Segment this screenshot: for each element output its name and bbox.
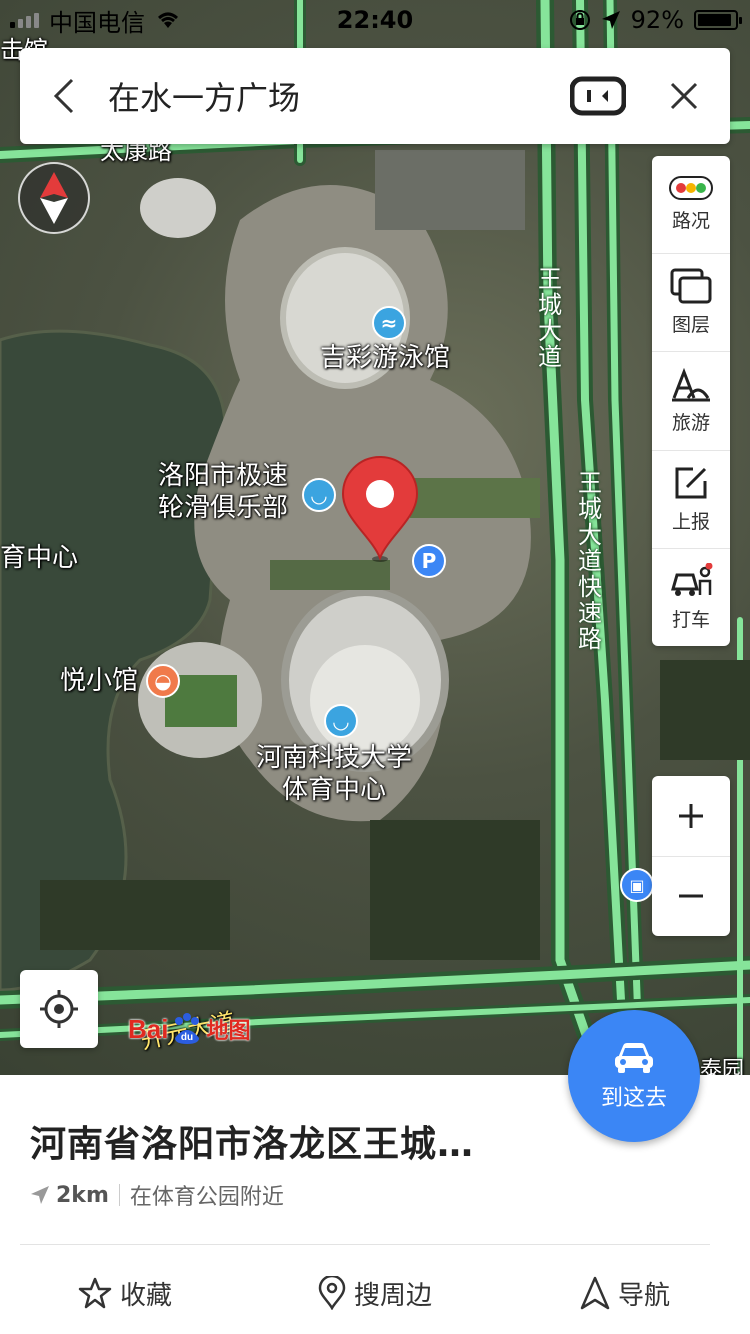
place-distance: 2km bbox=[56, 1182, 109, 1208]
place-nearby: 在体育公园附近 bbox=[129, 1185, 284, 1210]
poi-restaurant-label[interactable]: 悦小馆 bbox=[60, 665, 138, 697]
compass-button[interactable] bbox=[18, 162, 90, 234]
toolbar-layers-label: 图层 bbox=[671, 314, 710, 337]
car-icon bbox=[615, 1043, 653, 1073]
poi-sports-center-left-label[interactable]: 育中心 bbox=[0, 542, 78, 574]
go-here-label: 到这去 bbox=[600, 1086, 667, 1111]
sports-icon[interactable]: ◡ bbox=[302, 478, 336, 512]
favorite-label: 收藏 bbox=[119, 1280, 172, 1311]
taxi-icon bbox=[671, 562, 713, 596]
traffic-light-icon bbox=[669, 176, 713, 201]
toolbar-tourism[interactable]: 旅游 bbox=[652, 352, 730, 451]
layers-icon bbox=[670, 268, 712, 304]
toolbar-traffic[interactable]: 路况 bbox=[652, 156, 730, 255]
toolbar-report-label: 上报 bbox=[671, 510, 710, 533]
orientation-lock-icon bbox=[569, 10, 590, 30]
ar-scan-button[interactable] bbox=[568, 74, 628, 118]
minus-icon bbox=[679, 894, 703, 898]
status-bar: 中国电信 22:40 92% bbox=[0, 0, 750, 40]
direction-arrow-icon bbox=[31, 1186, 49, 1204]
place-meta: 2km 在体育公园附近 bbox=[30, 1179, 284, 1211]
place-title: 河南省洛阳市洛龙区王城… bbox=[30, 1124, 475, 1165]
zoom-control bbox=[652, 776, 730, 936]
bus-stop-icon[interactable]: ▣ bbox=[620, 868, 654, 902]
star-icon bbox=[78, 1277, 112, 1309]
map-view[interactable]: 太康路 击馆 王 城 大 道 王 城 大 道 快 速 路 开元大道 泰园 吉彩游… bbox=[0, 0, 750, 1075]
meta-divider bbox=[118, 1184, 120, 1206]
close-button[interactable] bbox=[654, 48, 714, 144]
toolbar-traffic-label: 路况 bbox=[671, 210, 710, 233]
panel-divider bbox=[20, 1244, 710, 1245]
battery-icon bbox=[694, 10, 742, 30]
action-bar: 收藏 搜周边 导航 bbox=[0, 1253, 750, 1333]
battery-percent: 92% bbox=[630, 6, 684, 34]
signal-icon bbox=[10, 12, 39, 28]
poi-university-sports-label[interactable]: 河南科技大学 体育中心 bbox=[256, 742, 412, 806]
logo-suffix: 地图 bbox=[206, 1019, 251, 1044]
ar-scan-icon bbox=[570, 76, 626, 116]
zoom-out-button[interactable] bbox=[652, 857, 730, 937]
road-label-wangcheng-avenue: 王 城 大 道 bbox=[538, 265, 562, 371]
location-arrow-icon bbox=[601, 11, 620, 29]
road-label-bottom-right: 泰园 bbox=[700, 1058, 745, 1075]
tourism-icon bbox=[672, 367, 710, 401]
sports-center-icon[interactable]: ◡ bbox=[324, 704, 358, 738]
location-pin-icon bbox=[318, 1276, 346, 1310]
go-here-button[interactable]: 到这去 bbox=[568, 1010, 700, 1142]
toolbar-layers[interactable]: 图层 bbox=[652, 254, 730, 353]
toolbar-tourism-label: 旅游 bbox=[671, 411, 710, 434]
toolbar-taxi[interactable]: 打车 bbox=[652, 549, 730, 646]
navigate-button[interactable]: 导航 bbox=[500, 1253, 750, 1333]
zoom-in-button[interactable] bbox=[652, 776, 730, 857]
chevron-left-icon bbox=[53, 78, 74, 114]
navigate-label: 导航 bbox=[617, 1280, 670, 1311]
poi-skating-club-label[interactable]: 洛阳市极速 轮滑俱乐部 bbox=[158, 460, 288, 524]
swimming-icon[interactable]: ≈ bbox=[372, 306, 406, 340]
wifi-icon bbox=[158, 12, 178, 28]
logo-brand: Bai bbox=[128, 1013, 169, 1044]
back-button[interactable] bbox=[20, 48, 108, 144]
search-bar[interactable]: 在水一方广场 bbox=[20, 48, 730, 144]
baidu-logo: Bai du 地图 bbox=[128, 1012, 250, 1046]
road-label-wangcheng-expressway: 王 城 大 道 快 速 路 bbox=[578, 469, 602, 653]
navigate-icon bbox=[580, 1276, 610, 1310]
locate-me-button[interactable] bbox=[20, 970, 98, 1048]
search-nearby-label: 搜周边 bbox=[353, 1280, 432, 1311]
close-icon bbox=[670, 82, 698, 110]
carrier-label: 中国电信 bbox=[49, 8, 145, 37]
restaurant-icon[interactable]: ◒ bbox=[146, 664, 180, 698]
crosshair-icon bbox=[40, 990, 78, 1028]
location-pin-marker[interactable] bbox=[341, 456, 419, 562]
baidu-paw-icon: du bbox=[175, 1013, 200, 1044]
search-nearby-button[interactable]: 搜周边 bbox=[250, 1253, 500, 1333]
search-input[interactable]: 在水一方广场 bbox=[108, 73, 568, 119]
toolbar-report[interactable]: 上报 bbox=[652, 451, 730, 549]
map-toolbar: 路况 图层 旅游 上报 打车 bbox=[652, 156, 730, 646]
toolbar-taxi-label: 打车 bbox=[671, 608, 710, 631]
logo-paw-text: du bbox=[181, 1032, 193, 1043]
favorite-button[interactable]: 收藏 bbox=[0, 1253, 250, 1333]
compass-icon bbox=[40, 172, 68, 224]
report-icon bbox=[675, 467, 707, 499]
poi-swimming-hall-label[interactable]: 吉彩游泳馆 bbox=[320, 342, 450, 374]
plus-icon bbox=[679, 803, 703, 828]
